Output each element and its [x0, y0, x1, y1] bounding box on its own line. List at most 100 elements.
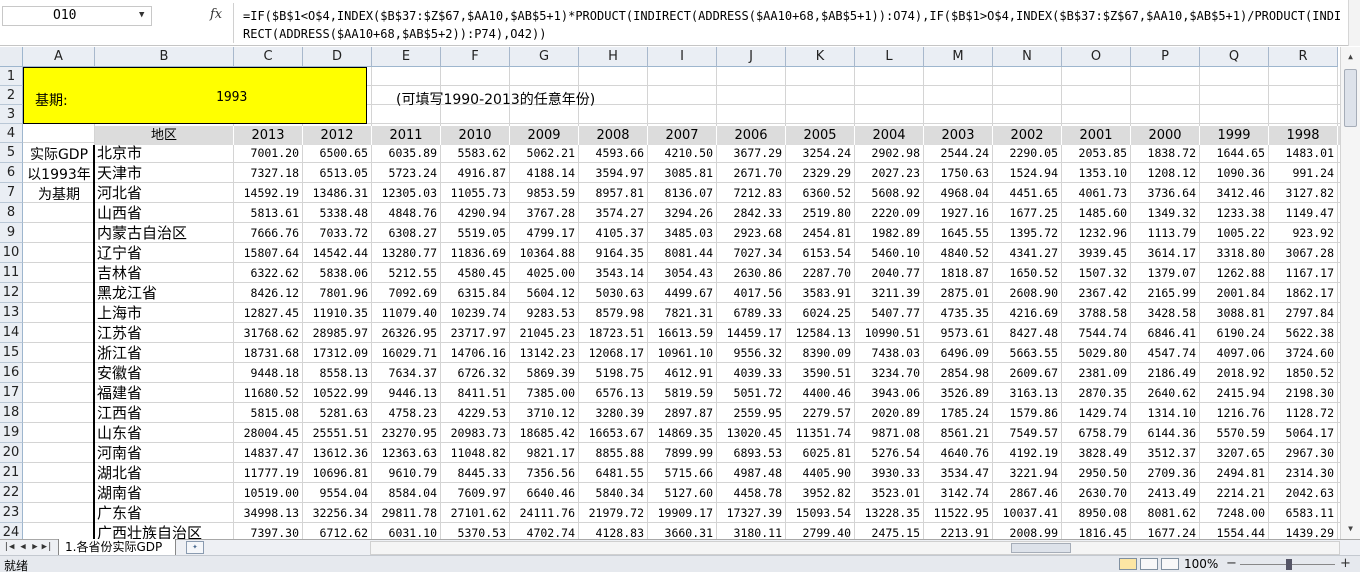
formula-bar-scroll[interactable]	[1348, 0, 1360, 46]
normal-view-icon[interactable]	[1119, 558, 1137, 570]
zoom-slider-thumb[interactable]	[1286, 559, 1292, 570]
value-cell[interactable]: 2475.15	[855, 523, 924, 539]
value-cell[interactable]: 2001.84	[1200, 283, 1269, 303]
value-cell[interactable]: 9610.79	[372, 463, 441, 483]
value-cell[interactable]: 1483.01	[1269, 143, 1338, 163]
value-cell[interactable]: 2008.99	[993, 523, 1062, 539]
value-cell[interactable]: 7801.96	[303, 283, 372, 303]
value-cell[interactable]: 2609.67	[993, 363, 1062, 383]
value-cell[interactable]: 6712.62	[303, 523, 372, 539]
value-cell[interactable]: 29811.78	[372, 503, 441, 523]
value-cell[interactable]: 14706.16	[441, 343, 510, 363]
row-header-9[interactable]: 9	[0, 223, 23, 243]
value-cell[interactable]: 4400.46	[786, 383, 855, 403]
value-cell[interactable]: 14542.44	[303, 243, 372, 263]
value-cell[interactable]: 7092.69	[372, 283, 441, 303]
value-cell[interactable]: 3163.13	[993, 383, 1062, 403]
value-cell[interactable]: 1090.36	[1200, 163, 1269, 183]
value-cell[interactable]: 2415.94	[1200, 383, 1269, 403]
value-cell[interactable]: 2630.70	[1062, 483, 1131, 503]
column-header-h[interactable]: H	[579, 47, 648, 67]
value-cell[interactable]: 4499.67	[648, 283, 717, 303]
value-cell[interactable]: 5838.06	[303, 263, 372, 283]
value-cell[interactable]: 7609.97	[441, 483, 510, 503]
value-cell[interactable]: 1507.32	[1062, 263, 1131, 283]
zoom-level[interactable]: 100%	[1184, 557, 1218, 571]
value-cell[interactable]: 3054.43	[648, 263, 717, 283]
horizontal-scrollbar[interactable]	[370, 541, 1340, 555]
value-cell[interactable]: 6315.84	[441, 283, 510, 303]
column-header-p[interactable]: P	[1131, 47, 1200, 67]
column-header-i[interactable]: I	[648, 47, 717, 67]
row-header-5[interactable]: 5	[0, 143, 23, 163]
value-cell[interactable]: 1128.72	[1269, 403, 1338, 423]
value-cell[interactable]: 2290.05	[993, 143, 1062, 163]
row-header-4[interactable]: 4	[0, 124, 23, 143]
value-cell[interactable]: 7634.37	[372, 363, 441, 383]
value-cell[interactable]: 24111.76	[510, 503, 579, 523]
value-cell[interactable]: 4210.50	[648, 143, 717, 163]
value-cell[interactable]: 6576.13	[579, 383, 648, 403]
value-cell[interactable]: 7666.76	[234, 223, 303, 243]
value-cell[interactable]: 5840.34	[579, 483, 648, 503]
value-cell[interactable]: 3939.45	[1062, 243, 1131, 263]
value-cell[interactable]: 10364.88	[510, 243, 579, 263]
value-cell[interactable]: 6035.89	[372, 143, 441, 163]
value-cell[interactable]: 21045.23	[510, 323, 579, 343]
value-cell[interactable]: 19909.17	[648, 503, 717, 523]
value-cell[interactable]: 8426.12	[234, 283, 303, 303]
value-cell[interactable]: 4702.74	[510, 523, 579, 539]
row-header-14[interactable]: 14	[0, 323, 23, 343]
value-cell[interactable]: 1349.32	[1131, 203, 1200, 223]
value-cell[interactable]: 11522.95	[924, 503, 993, 523]
value-cell[interactable]: 23270.95	[372, 423, 441, 443]
value-cell[interactable]: 5051.72	[717, 383, 786, 403]
value-cell[interactable]: 4458.78	[717, 483, 786, 503]
value-cell[interactable]: 7899.99	[648, 443, 717, 463]
value-cell[interactable]: 2329.29	[786, 163, 855, 183]
value-cell[interactable]: 923.92	[1269, 223, 1338, 243]
value-cell[interactable]: 31768.62	[234, 323, 303, 343]
value-cell[interactable]: 15093.54	[786, 503, 855, 523]
value-cell[interactable]: 3677.29	[717, 143, 786, 163]
value-cell[interactable]: 15807.64	[234, 243, 303, 263]
value-cell[interactable]: 2630.86	[717, 263, 786, 283]
value-cell[interactable]: 1167.17	[1269, 263, 1338, 283]
value-cell[interactable]: 6513.05	[303, 163, 372, 183]
value-cell[interactable]: 6322.62	[234, 263, 303, 283]
value-cell[interactable]: 1650.52	[993, 263, 1062, 283]
value-cell[interactable]: 8579.98	[579, 303, 648, 323]
value-cell[interactable]: 2314.30	[1269, 463, 1338, 483]
column-header-o[interactable]: O	[1062, 47, 1131, 67]
value-cell[interactable]: 3543.14	[579, 263, 648, 283]
value-cell[interactable]: 1005.22	[1200, 223, 1269, 243]
value-cell[interactable]: 8427.48	[993, 323, 1062, 343]
value-cell[interactable]: 4612.91	[648, 363, 717, 383]
value-cell[interactable]: 4987.48	[717, 463, 786, 483]
value-cell[interactable]: 1262.88	[1200, 263, 1269, 283]
worksheet-grid[interactable]: 基期: 1993 (可填写1990-2013的任意年份) 地区 2013 2012 2…	[23, 67, 1340, 539]
value-cell[interactable]: 27101.62	[441, 503, 510, 523]
value-cell[interactable]: 1677.24	[1131, 523, 1200, 539]
region-cell[interactable]: 湖北省	[97, 463, 142, 483]
value-cell[interactable]: 8584.04	[372, 483, 441, 503]
value-cell[interactable]: 3736.64	[1131, 183, 1200, 203]
value-cell[interactable]: 20983.73	[441, 423, 510, 443]
value-cell[interactable]: 10696.81	[303, 463, 372, 483]
value-cell[interactable]: 2027.23	[855, 163, 924, 183]
value-cell[interactable]: 16653.67	[579, 423, 648, 443]
value-cell[interactable]: 5407.77	[855, 303, 924, 323]
region-cell[interactable]: 山西省	[97, 203, 142, 223]
value-cell[interactable]: 1677.25	[993, 203, 1062, 223]
chevron-down-icon[interactable]: ▼	[139, 10, 144, 20]
value-cell[interactable]: 5370.53	[441, 523, 510, 539]
value-cell[interactable]: 3767.28	[510, 203, 579, 223]
value-cell[interactable]: 6496.09	[924, 343, 993, 363]
value-cell[interactable]: 6031.10	[372, 523, 441, 539]
value-cell[interactable]: 3085.81	[648, 163, 717, 183]
value-cell[interactable]: 2220.09	[855, 203, 924, 223]
value-cell[interactable]: 2381.09	[1062, 363, 1131, 383]
value-cell[interactable]: 28985.97	[303, 323, 372, 343]
value-cell[interactable]: 11910.35	[303, 303, 372, 323]
value-cell[interactable]: 11079.40	[372, 303, 441, 323]
